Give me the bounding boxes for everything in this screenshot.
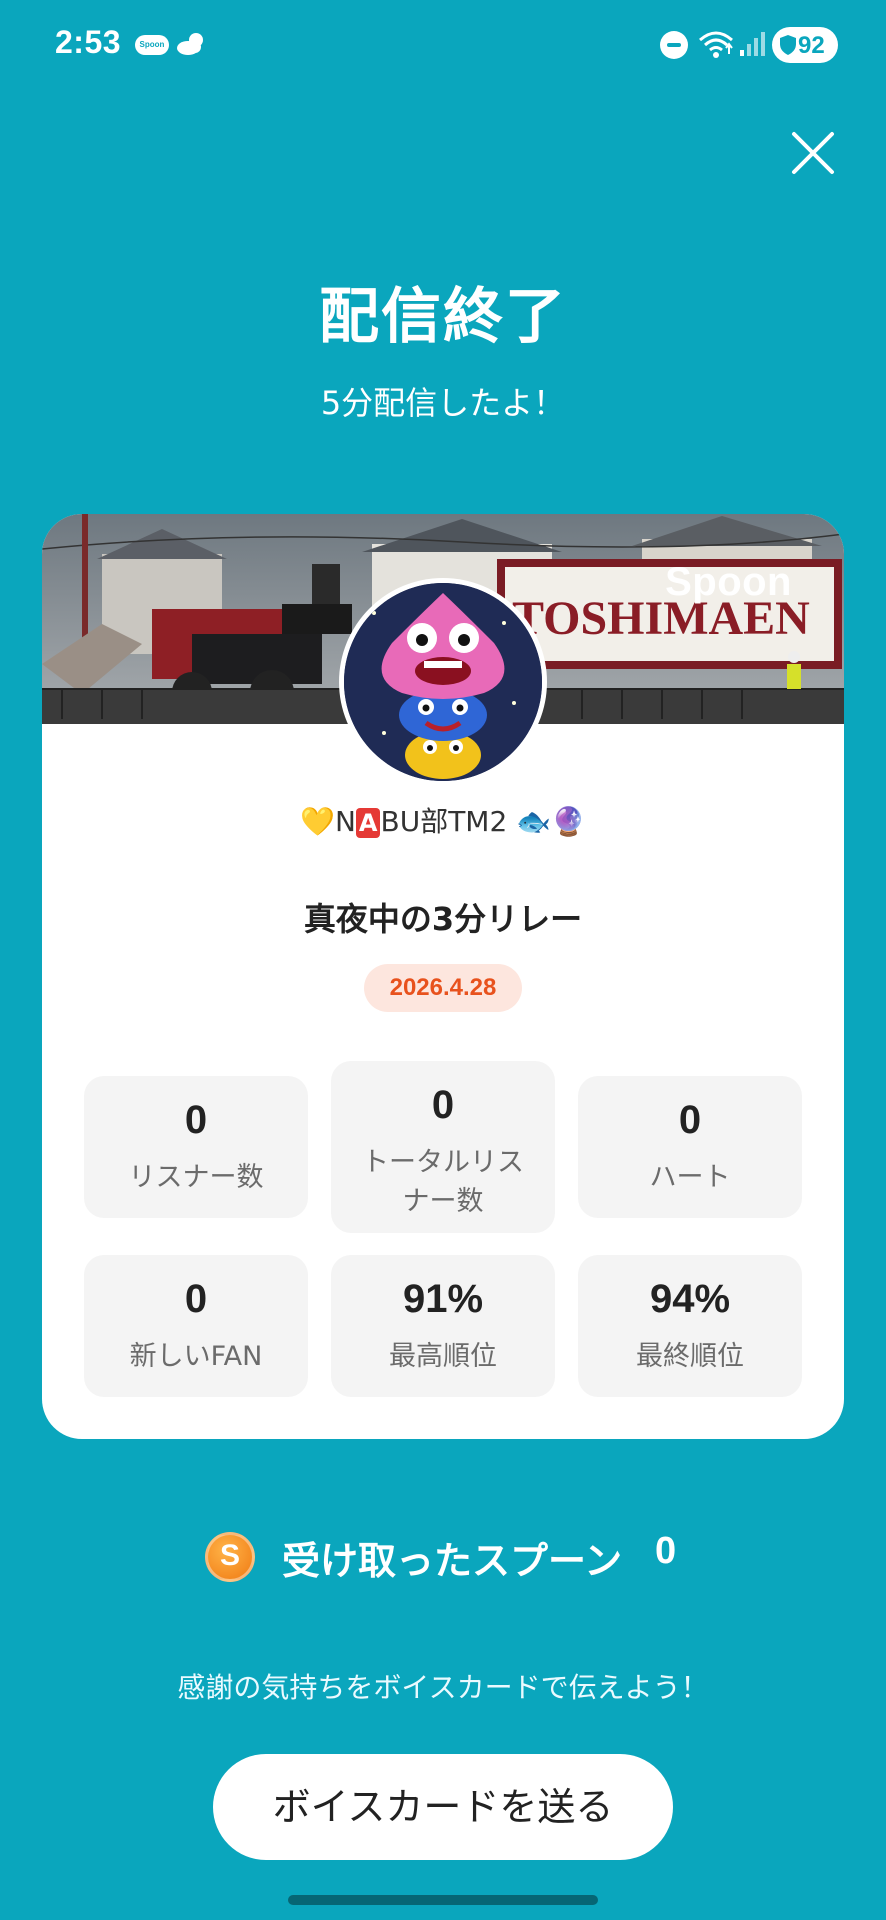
thanks-message: 感謝の気持ちをボイスカードで伝えよう！: [177, 1671, 709, 1704]
stat-label: 新しいFAN: [129, 1341, 263, 1372]
close-icon[interactable]: [788, 128, 838, 178]
status-time: 2:53: [55, 24, 122, 60]
stat-value: 0: [184, 1277, 208, 1321]
stat-hearts: 0 ハート: [578, 1076, 802, 1218]
weather-icon: [177, 33, 203, 55]
a-button-emoji: A: [355, 808, 381, 838]
stat-value: 0: [678, 1098, 702, 1142]
stat-label: 最終順位: [636, 1341, 744, 1372]
status-bar: 2:53 Spoon 92: [0, 0, 886, 92]
page-subtitle: 5分配信したよ！: [320, 384, 566, 422]
date-badge: 2026.4.28: [364, 964, 522, 1012]
stat-label: リスナー数: [128, 1162, 264, 1193]
stat-new-fans: 0 新しいFAN: [84, 1255, 308, 1397]
send-voice-card-button[interactable]: ボイスカードを送る: [213, 1754, 673, 1860]
page-title: 配信終了: [319, 282, 567, 352]
spoons-label: 受け取ったスプーン: [282, 1539, 623, 1583]
stat-value: 91%: [402, 1277, 484, 1321]
shield-icon: [780, 35, 796, 55]
crystal-ball-emoji: 🔮: [551, 805, 586, 838]
spoons-count: 0: [655, 1530, 677, 1572]
do-not-disturb-icon: [660, 31, 688, 59]
yellow-heart-emoji: 💛: [300, 805, 335, 838]
battery-indicator: 92: [772, 27, 838, 63]
stat-label: ハート: [649, 1162, 731, 1193]
spoon-app-notification-icon: Spoon: [135, 35, 169, 55]
stat-highest-rank: 91% 最高順位: [331, 1255, 555, 1397]
wifi-icon: [699, 31, 733, 58]
fish-emoji: 🐟: [516, 805, 552, 838]
stat-total-listeners: 0 トータルリス ナー数: [331, 1061, 555, 1233]
avatar[interactable]: [339, 578, 547, 786]
avatar-image: [344, 583, 542, 781]
broadcast-title: 真夜中の3分リレー: [303, 900, 583, 938]
username: 💛N A BU部TM2 🐟🔮: [300, 805, 586, 838]
spoon-logo: Spoon: [665, 560, 792, 604]
stat-value: 0: [184, 1098, 208, 1142]
stat-value: 0: [431, 1083, 455, 1127]
spoons-received: S 受け取ったスプーン 0: [0, 1526, 886, 1586]
stat-value: 94%: [649, 1277, 731, 1321]
home-indicator[interactable]: [288, 1895, 598, 1905]
stat-label-line1: トータルリス: [362, 1147, 524, 1178]
signal-icon: [740, 32, 765, 56]
stat-final-rank: 94% 最終順位: [578, 1255, 802, 1397]
broadcast-summary-card: TOSHIMAEN Spoon 💛N A BU部TM2 🐟🔮 真夜中の3分リレー…: [42, 514, 844, 1439]
stat-listeners: 0 リスナー数: [84, 1076, 308, 1218]
battery-level: 92: [798, 32, 825, 59]
stat-label: 最高順位: [389, 1341, 497, 1372]
stat-label-line2: ナー数: [402, 1186, 484, 1217]
spoon-coin-icon: S: [205, 1532, 255, 1582]
